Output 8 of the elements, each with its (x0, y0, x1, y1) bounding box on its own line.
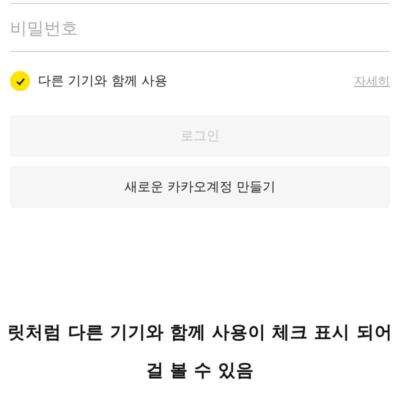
signup-button[interactable]: 새로운 카카오계정 만들기 (10, 166, 390, 208)
checkbox-label: 다른 기기와 함께 사용 (38, 73, 168, 90)
details-link[interactable]: 자세히 (354, 72, 390, 90)
caption-text: 걸 볼 수 있음 (146, 360, 254, 382)
password-field[interactable]: 비밀번호 (10, 7, 390, 52)
caption-text: 릿처럼 다른 기기와 함께 사용이 체크 표시 되어 (8, 322, 392, 344)
checkbox[interactable] (10, 71, 30, 91)
check-icon (14, 76, 26, 86)
